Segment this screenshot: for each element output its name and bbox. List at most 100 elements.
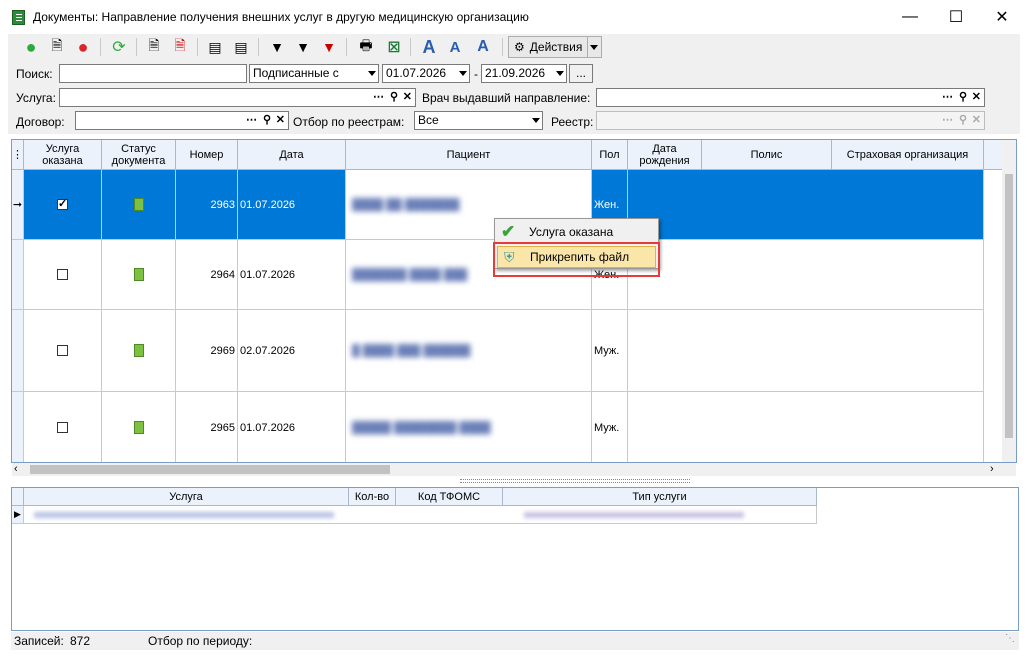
- date-from-field[interactable]: 01.07.2026: [382, 64, 470, 83]
- service-done-checkbox[interactable]: [57, 269, 68, 280]
- menu-item-service-done[interactable]: ✔ Услуга оказана: [497, 221, 656, 243]
- table-row[interactable]: [24, 170, 102, 240]
- scroll-left-icon[interactable]: ‹: [14, 463, 18, 475]
- document-status-icon: [133, 268, 144, 281]
- actions-button[interactable]: ⚙ Действия: [508, 36, 602, 58]
- document-status-icon: [133, 421, 144, 434]
- ellipsis-icon[interactable]: ⋯: [942, 90, 953, 103]
- search-icon[interactable]: ⚲: [959, 90, 967, 103]
- search-label: Поиск:: [16, 67, 53, 81]
- search-icon[interactable]: ⚲: [390, 90, 398, 103]
- vertical-scrollbar[interactable]: [1002, 140, 1016, 462]
- print-icon[interactable]: 🖶: [355, 36, 377, 58]
- registry-filter-label: Отбор по реестрам:: [293, 115, 405, 129]
- resize-grip-icon[interactable]: ⋱: [1005, 633, 1015, 644]
- column-header[interactable]: Статус документа: [102, 140, 176, 170]
- filter-clear-icon[interactable]: ▼: [318, 36, 340, 58]
- close-button[interactable]: ✕: [979, 0, 1025, 34]
- grid-corner[interactable]: ⋮: [12, 140, 24, 170]
- paste-icon[interactable]: ▤: [230, 36, 252, 58]
- checkmark-icon: ✔: [501, 222, 516, 241]
- column-header[interactable]: Дата рождения: [628, 140, 702, 170]
- registry-filter-select[interactable]: Все: [414, 111, 543, 130]
- maximize-button[interactable]: ☐: [933, 0, 979, 34]
- scrollbar-thumb[interactable]: [1005, 174, 1013, 438]
- date-to-field[interactable]: 21.09.2026: [481, 64, 567, 83]
- document-status-icon: [133, 198, 144, 211]
- search-icon[interactable]: ⚲: [263, 113, 271, 126]
- signed-select[interactable]: Подписанные с: [249, 64, 379, 83]
- clear-icon[interactable]: ✕: [972, 113, 981, 126]
- filter-edit-icon[interactable]: ▼: [292, 36, 314, 58]
- services-grid: Услуга Кол-во Код ТФОМС Тип услуги ▶: [11, 487, 1019, 631]
- service-done-checkbox[interactable]: [57, 197, 68, 210]
- delete-icon[interactable]: ●: [72, 36, 94, 58]
- status-bar: Записей: 872 Отбор по периоду: ⋱: [11, 632, 1019, 650]
- add-icon[interactable]: ●: [20, 36, 42, 58]
- search-input[interactable]: [59, 64, 247, 83]
- document-status-icon: [133, 344, 144, 357]
- row-indicator[interactable]: ➞: [12, 170, 24, 240]
- table-row[interactable]: [24, 506, 817, 524]
- column-header[interactable]: Дата: [238, 140, 346, 170]
- doctor-field[interactable]: ⋯ ⚲ ✕: [596, 88, 985, 107]
- scrollbar-thumb[interactable]: [30, 465, 390, 474]
- title-bar: Документы: Направление получения внешних…: [0, 0, 1027, 34]
- unsign-icon[interactable]: 🗎: [169, 36, 191, 58]
- row-indicator[interactable]: ▶: [12, 506, 24, 524]
- scroll-right-icon[interactable]: ›: [990, 463, 994, 475]
- column-header[interactable]: Код ТФОМС: [396, 488, 503, 506]
- documents-grid: ⋮ Услуга оказана Статус документа Номер …: [11, 139, 1017, 463]
- highlight-annotation: [493, 242, 660, 277]
- window-title: Документы: Направление получения внешних…: [33, 10, 529, 24]
- edit-icon[interactable]: 🗎: [46, 36, 68, 58]
- excel-icon[interactable]: ☒: [383, 36, 405, 58]
- column-header[interactable]: Услуга: [24, 488, 349, 506]
- filter-icon[interactable]: ▼: [266, 36, 288, 58]
- ellipsis-icon[interactable]: ⋯: [373, 90, 384, 103]
- records-count: 872: [70, 634, 91, 648]
- column-header[interactable]: Кол-во: [349, 488, 396, 506]
- service-done-checkbox[interactable]: [57, 345, 68, 356]
- clear-icon[interactable]: ✕: [403, 90, 412, 103]
- gear-icon: ⚙: [514, 40, 525, 54]
- registry-field[interactable]: ⋯ ⚲ ✕: [596, 111, 985, 130]
- minimize-button[interactable]: —: [887, 0, 933, 34]
- clear-icon[interactable]: ✕: [972, 90, 981, 103]
- horizontal-scrollbar[interactable]: ‹ ›: [12, 463, 1016, 476]
- filter-panel: Поиск: Подписанные с 01.07.2026 - 21.09.…: [8, 62, 1020, 134]
- toolbar: ● 🗎 ● ⟳ 🗎 🗎 ▤ ▤ ▼ ▼ ▼ 🖶 ☒ A A A ⚙ Действ…: [8, 34, 1020, 62]
- column-header[interactable]: Пациент: [346, 140, 592, 170]
- column-header[interactable]: Страховая организация: [832, 140, 984, 170]
- splitter-handle[interactable]: [460, 479, 690, 483]
- column-header[interactable]: Полис: [702, 140, 832, 170]
- period-more-button[interactable]: ...: [569, 64, 593, 83]
- service-done-checkbox[interactable]: [57, 422, 68, 433]
- period-label: Отбор по периоду:: [148, 634, 253, 648]
- registry-label: Реестр:: [551, 115, 594, 129]
- chevron-down-icon[interactable]: [587, 37, 601, 57]
- app-icon: [12, 10, 25, 25]
- sign-icon[interactable]: 🗎: [143, 36, 165, 58]
- font-decrease-icon[interactable]: A: [444, 36, 466, 58]
- search-icon[interactable]: ⚲: [959, 113, 967, 126]
- ellipsis-icon[interactable]: ⋯: [942, 113, 953, 126]
- service-label: Услуга:: [16, 91, 56, 105]
- service-field[interactable]: ⋯ ⚲ ✕: [59, 88, 416, 107]
- column-header[interactable]: Тип услуги: [503, 488, 817, 506]
- table-row[interactable]: [24, 240, 102, 310]
- table-row[interactable]: [24, 310, 102, 392]
- table-row[interactable]: [24, 392, 102, 462]
- copy-icon[interactable]: ▤: [204, 36, 226, 58]
- contract-field[interactable]: ⋯ ⚲ ✕: [75, 111, 289, 130]
- clear-icon[interactable]: ✕: [276, 113, 285, 126]
- doctor-label: Врач выдавший направление:: [422, 91, 591, 105]
- column-header[interactable]: Услуга оказана: [24, 140, 102, 170]
- font-increase-icon[interactable]: A: [418, 36, 440, 58]
- refresh-icon[interactable]: ⟳: [108, 36, 130, 58]
- ellipsis-icon[interactable]: ⋯: [246, 113, 257, 126]
- column-header[interactable]: Номер: [176, 140, 238, 170]
- records-label: Записей:: [14, 634, 64, 648]
- column-header[interactable]: Пол: [592, 140, 628, 170]
- font-reset-icon[interactable]: A: [472, 36, 494, 58]
